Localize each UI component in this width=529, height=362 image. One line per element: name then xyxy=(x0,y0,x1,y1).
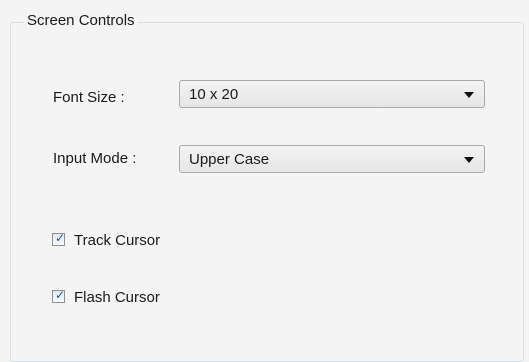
checkmark-icon: ✓ xyxy=(55,288,66,302)
checkmark-icon: ✓ xyxy=(55,231,66,245)
font-size-label: Font Size : xyxy=(53,89,125,106)
track-cursor-label: Track Cursor xyxy=(74,232,161,249)
input-mode-label: Input Mode : xyxy=(53,150,137,167)
flash-cursor-checkbox[interactable]: ✓ xyxy=(52,288,66,303)
input-mode-dropdown[interactable]: Upper Case xyxy=(179,145,485,173)
input-mode-value: Upper Case xyxy=(189,151,270,168)
font-size-value: 10 x 20 xyxy=(189,86,239,103)
chevron-down-icon xyxy=(464,92,474,98)
chevron-down-icon xyxy=(464,157,474,163)
font-size-dropdown[interactable]: 10 x 20 xyxy=(179,80,485,108)
flash-cursor-label: Flash Cursor xyxy=(74,289,160,306)
track-cursor-checkbox[interactable]: ✓ xyxy=(52,231,66,246)
screen-controls-group xyxy=(10,22,524,362)
group-title: Screen Controls xyxy=(24,12,138,29)
